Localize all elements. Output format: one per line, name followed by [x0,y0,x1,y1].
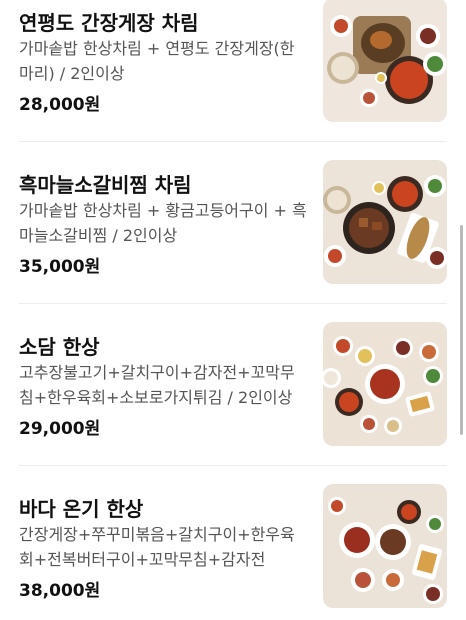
sodam-table-photo[interactable] [323,322,447,446]
menu-item-crab[interactable]: 연평도 간장게장 차림 가마솥밥 한상차림 + 연평도 간장게장(한마리) / … [0,0,466,130]
menu-item-sea[interactable]: 바다 온기 한상 간장게장+쭈꾸미볶음+갈치구이+한우육회+전복버터구이+꼬막무… [0,484,466,616]
menu-item-price: 38,000원 [19,581,101,601]
menu-item-price: 35,000원 [19,257,101,277]
crab-table-photo[interactable] [323,0,447,122]
menu-item-galbi[interactable]: 흑마늘소갈비찜 차림 가마솥밥 한상차림 + 황금고등어구이 + 흑마늘소갈비찜… [0,160,466,292]
galbi-table-photo[interactable] [323,160,447,284]
menu-item-title: 바다 온기 한상 [19,497,144,521]
menu-item-description: 간장게장+쭈꾸미볶음+갈치구이+한우육회+전복버터구이+꼬막무침+감자전 [19,525,295,569]
menu-item-title: 연평도 간장게장 차림 [19,11,199,35]
item-divider [19,141,447,142]
item-divider [19,303,447,304]
item-divider [19,465,447,466]
scrollbar[interactable] [460,225,463,435]
menu-item-title: 흑마늘소갈비찜 차림 [19,173,192,197]
menu-item-sodam[interactable]: 소담 한상 고추장불고기+갈치구이+감자전+꼬막무침+한우육회+소보로가지튀김 … [0,322,466,454]
sea-table-photo[interactable] [323,484,447,608]
menu-item-price: 28,000원 [19,95,101,115]
menu-item-title: 소담 한상 [19,335,100,359]
menu-item-description: 가마솥밥 한상차림 + 황금고등어구이 + 흑마늘소갈비찜 / 2인이상 [19,201,307,245]
menu-item-description: 고추장불고기+갈치구이+감자전+꼬막무침+한우육회+소보로가지튀김 / 2인이상 [19,363,295,407]
menu-item-description: 가마솥밥 한상차림 + 연평도 간장게장(한마리) / 2인이상 [19,39,295,83]
menu-item-price: 29,000원 [19,419,101,439]
